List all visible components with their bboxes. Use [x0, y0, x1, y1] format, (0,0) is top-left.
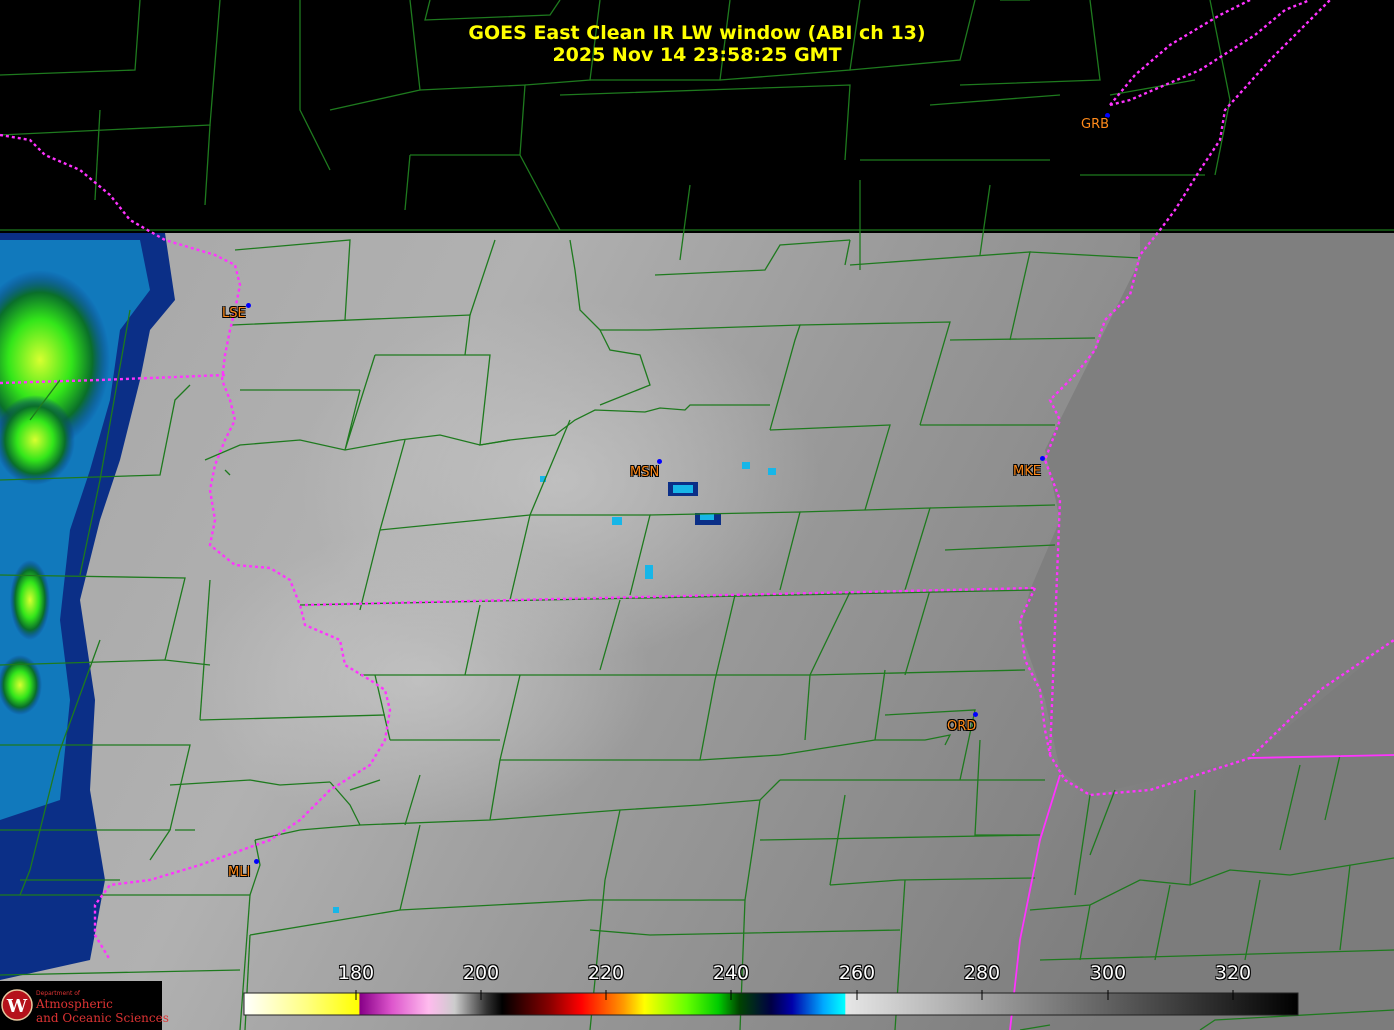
city-dot-msn — [657, 459, 662, 464]
colorbar-tick-label: 320 — [1214, 962, 1252, 984]
city-dot-mke — [1040, 456, 1045, 461]
logo-line2: and Oceanic Sciences — [36, 1011, 169, 1025]
ir-imagery — [0, 0, 1394, 1030]
colorbar-tick-label: 200 — [462, 962, 500, 984]
colorbar-tick-label: 300 — [1089, 962, 1127, 984]
city-label-msn: MSN — [630, 465, 660, 480]
colorbar-tick-label: 260 — [838, 962, 876, 984]
colorbar-tick-label: 220 — [587, 962, 625, 984]
colorbar-tick-label: 180 — [337, 962, 375, 984]
uw-crest-icon: W — [1, 989, 33, 1021]
map-title: GOES East Clean IR LW window (ABI ch 13) — [468, 22, 926, 44]
city-label-mke: MKE — [1013, 464, 1041, 479]
city-label-grb: GRB — [1081, 117, 1110, 132]
city-dot-lse — [246, 303, 251, 308]
city-label-ord: ORD — [947, 719, 977, 734]
satellite-map: GOES East Clean IR LW window (ABI ch 13)… — [0, 0, 1394, 1030]
aos-logo: W Department of Atmospheric and Oceanic … — [0, 981, 169, 1030]
city-dot-ord — [973, 712, 978, 717]
city-label-mli: MLI — [228, 865, 251, 880]
logo-line1: Atmospheric — [36, 997, 113, 1011]
colorbar-tick-label: 280 — [963, 962, 1001, 984]
city-label-lse: LSE — [222, 306, 246, 321]
uw-crest-letter: W — [6, 996, 28, 1017]
logo-dept: Department of — [36, 990, 80, 997]
map-timestamp: 2025 Nov 14 23:58:25 GMT — [552, 44, 842, 66]
city-dot-mli — [254, 859, 259, 864]
colorbar-tick-label: 240 — [712, 962, 750, 984]
